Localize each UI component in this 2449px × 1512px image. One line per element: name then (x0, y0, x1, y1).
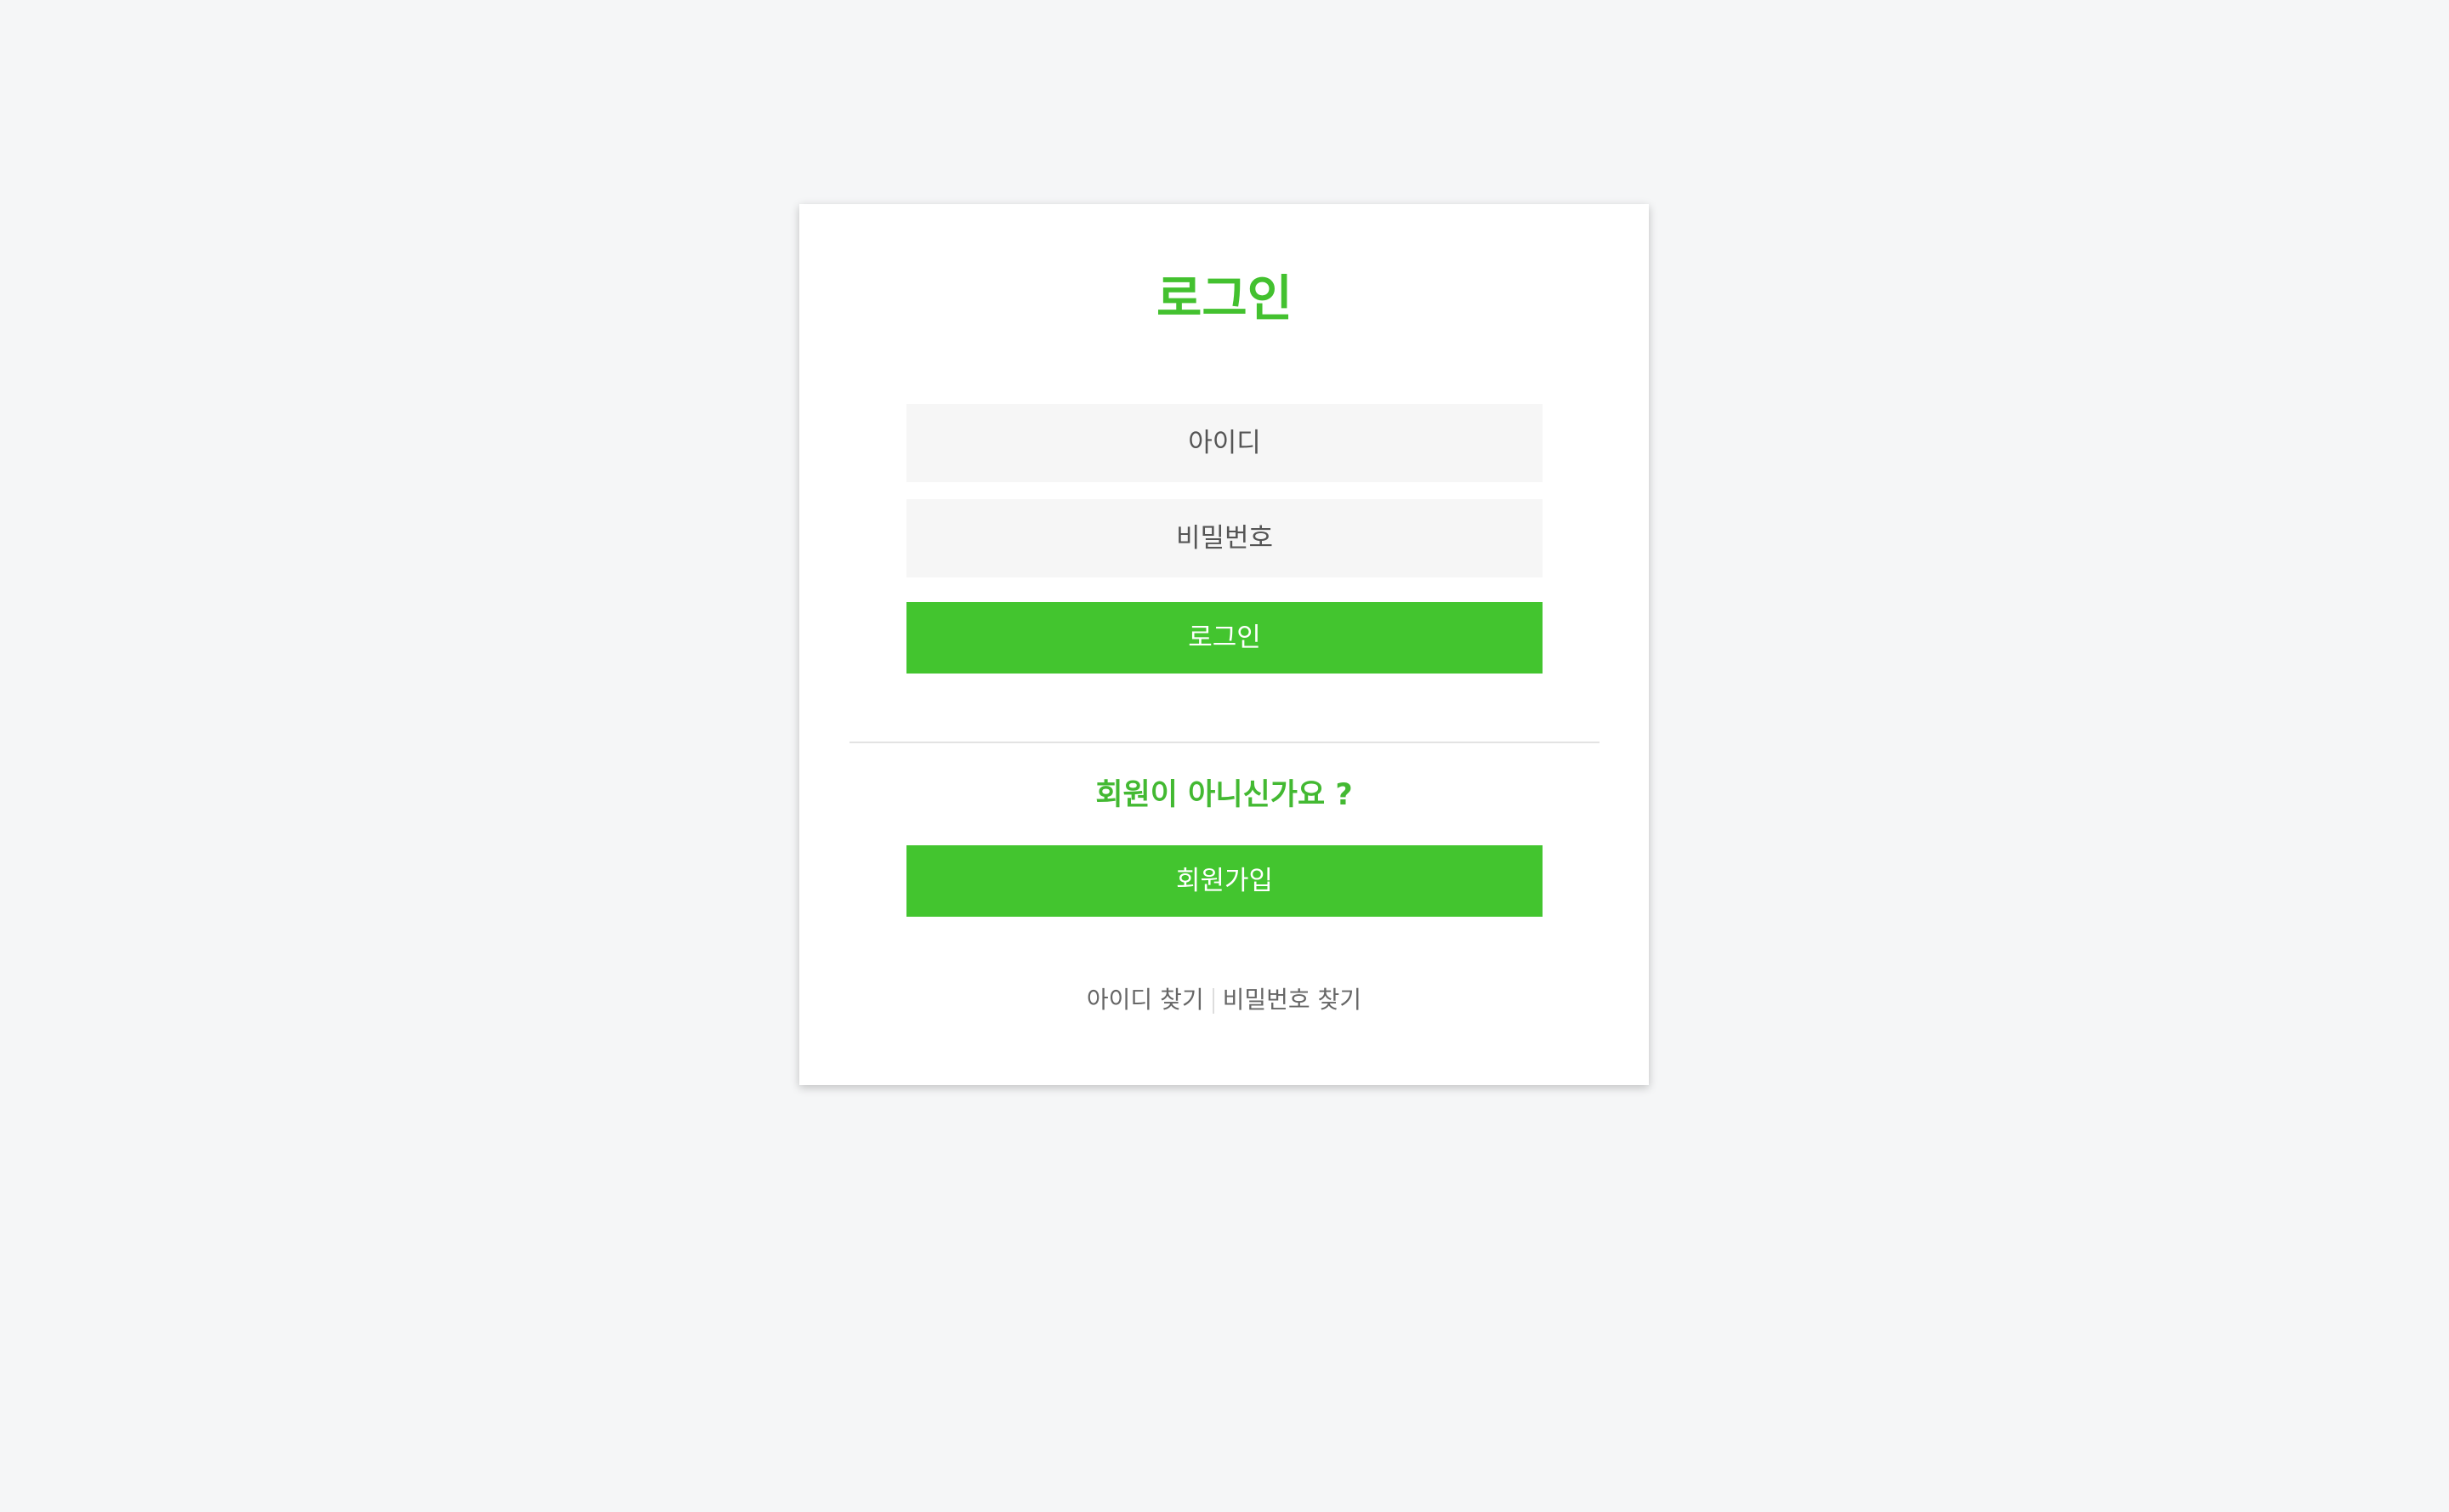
find-id-link[interactable]: 아이디 찾기 (1087, 986, 1204, 1014)
account-recovery-links: 아이디 찾기 비밀번호 찾기 (799, 985, 1649, 1015)
divider (849, 742, 1600, 743)
find-password-link[interactable]: 비밀번호 찾기 (1223, 986, 1361, 1014)
id-input[interactable] (906, 404, 1543, 482)
signup-button[interactable]: 회원가입 (906, 845, 1543, 917)
signup-prompt: 회원이 아니신가요 ? (1095, 778, 1353, 812)
link-separator (1212, 988, 1214, 1014)
page-title: 로그인 (1156, 270, 1293, 327)
password-input[interactable] (906, 499, 1543, 577)
login-button[interactable]: 로그인 (906, 602, 1543, 674)
